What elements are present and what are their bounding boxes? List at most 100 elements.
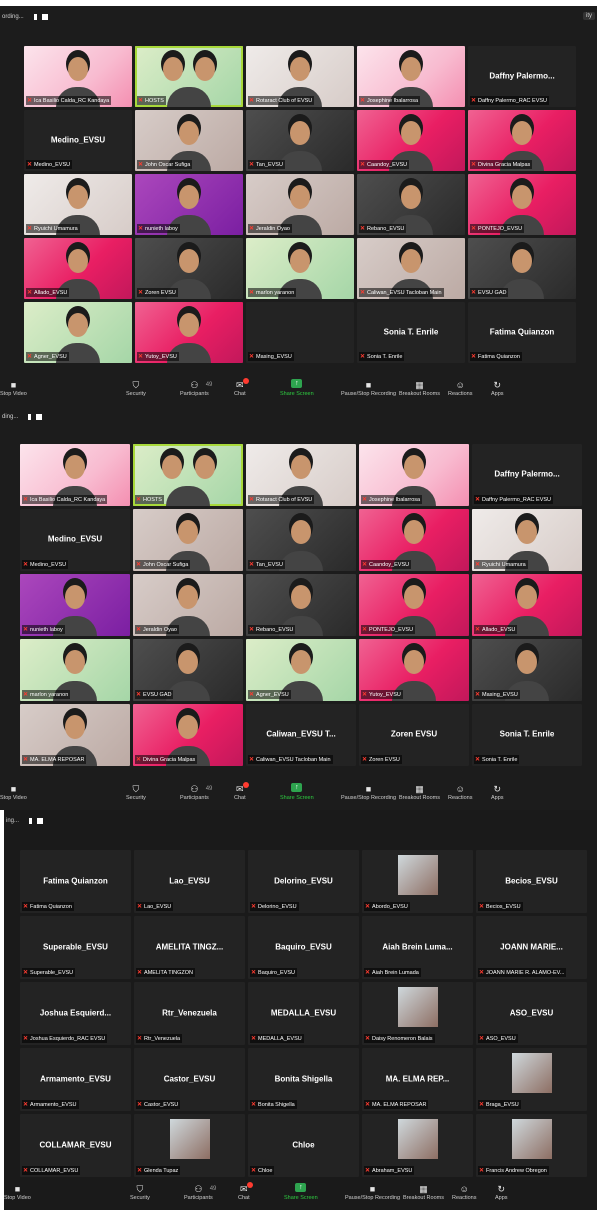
pause-recording-button[interactable]: ■ Pause/Stop Recording bbox=[341, 783, 396, 801]
apps-button[interactable]: ↻ Apps bbox=[491, 379, 504, 397]
participant-tile[interactable]: ✕ nunieth laboy bbox=[20, 574, 130, 636]
pause-icon[interactable] bbox=[29, 818, 33, 824]
participant-tile[interactable]: Delorino_EVSU ✕ Delorino_EVSU bbox=[248, 850, 359, 913]
pause-recording-button[interactable]: ■ Pause/Stop Recording bbox=[345, 1183, 400, 1201]
record-icon[interactable]: ■ bbox=[366, 379, 371, 391]
participant-tile[interactable]: ✕ Caandoy_EVSU bbox=[357, 110, 465, 171]
participant-tile[interactable]: Joshua Esquierd... ✕ Joshua Esquierdo_RAC … bbox=[20, 982, 131, 1045]
breakout-rooms-icon[interactable]: ▦ bbox=[415, 379, 424, 391]
participant-tile[interactable]: ✕ Masing_EVSU bbox=[472, 639, 582, 701]
participant-tile[interactable]: ASO_EVSU ✕ ASO_EVSU bbox=[476, 982, 587, 1045]
participant-tile[interactable]: Daffny Palermo... ✕ Daffny Palermo_RAC EVS… bbox=[472, 444, 582, 506]
participant-tile[interactable]: Sonia T. Enrile ✕ Sonia T. Enrile bbox=[472, 704, 582, 766]
participant-tile[interactable]: ✕ Allado_EVSU bbox=[472, 574, 582, 636]
participant-tile[interactable]: Medino_EVSU ✕ Medino_EVSU bbox=[20, 509, 130, 571]
participants-icon[interactable]: ⚇ 49 bbox=[190, 379, 212, 391]
participant-tile[interactable]: ✕ Ryuichi Umamura bbox=[24, 174, 132, 235]
participant-tile[interactable]: ✕ John Oscar Sufiga bbox=[135, 110, 243, 171]
participant-tile[interactable]: ✕ Ica Basilio Calda_RC Kandaya bbox=[24, 46, 132, 107]
participant-tile[interactable]: ✕ Rebano_EVSU bbox=[246, 574, 356, 636]
security-button[interactable]: ⛉ Security bbox=[126, 379, 146, 397]
chat-button[interactable]: ✉ Chat bbox=[234, 782, 249, 801]
participant-tile[interactable]: ✕ Abraham_EVSU bbox=[362, 1114, 473, 1177]
participant-tile[interactable]: ✕ Caandoy_EVSU bbox=[359, 509, 469, 571]
pause-icon[interactable] bbox=[28, 414, 32, 420]
recording-controls[interactable] bbox=[33, 14, 48, 20]
view-toggle[interactable]: ity bbox=[583, 12, 595, 20]
reactions-button[interactable]: ☺ Reactions bbox=[452, 1183, 476, 1201]
participant-tile[interactable]: Aiah Brein Luma... ✕ Aiah Brein Lumada bbox=[362, 916, 473, 979]
stop-icon[interactable] bbox=[36, 414, 43, 420]
reactions-icon[interactable]: ☺ bbox=[456, 379, 465, 391]
share-screen-icon[interactable]: ↑ bbox=[291, 783, 303, 792]
participant-tile[interactable]: ✕ Rotaract Club of EVSU bbox=[246, 46, 354, 107]
breakout-rooms-icon[interactable]: ▦ bbox=[415, 783, 424, 795]
participant-tile[interactable]: Superable_EVSU ✕ Superable_EVSU bbox=[20, 916, 131, 979]
participant-tile[interactable]: ✕ Divina Gracia Malpas bbox=[468, 110, 576, 171]
participants-button[interactable]: ⚇ 49 Participants bbox=[184, 1183, 216, 1201]
participant-tile[interactable]: AMELITA TINGZ... ✕ AMELITA TINGZON bbox=[134, 916, 245, 979]
participant-tile[interactable]: ✕ HOSTS bbox=[135, 46, 243, 107]
participant-tile[interactable]: Lao_EVSU ✕ Lao_EVSU bbox=[134, 850, 245, 913]
share-screen-button[interactable]: ↑ Share Screen bbox=[280, 783, 314, 801]
participant-tile[interactable]: Sonia T. Enrile ✕ Sonia T. Enrile bbox=[357, 302, 465, 363]
participant-tile[interactable]: Medino_EVSU ✕ Medino_EVSU bbox=[24, 110, 132, 171]
participant-tile[interactable]: ✕ EVSU GAD bbox=[133, 639, 243, 701]
participant-tile[interactable]: MEDALLA_EVSU ✕ MEDALLA_EVSU bbox=[248, 982, 359, 1045]
participant-tile[interactable]: ✕ marlon yaranon bbox=[246, 238, 354, 299]
participants-button[interactable]: ⚇ 49 Participants bbox=[180, 379, 212, 397]
breakout-rooms-button[interactable]: ▦ Breakout Rooms bbox=[403, 1183, 444, 1201]
video-camera-icon[interactable]: ■ bbox=[15, 1183, 20, 1195]
participant-tile[interactable]: Daffny Palermo... ✕ Daffny Palermo_RAC EVS… bbox=[468, 46, 576, 107]
participant-tile[interactable]: Armamento_EVSU ✕ Armamento_EVSU bbox=[20, 1048, 131, 1111]
participant-tile[interactable]: ✕ Ryuichi Umamura bbox=[472, 509, 582, 571]
participant-tile[interactable]: ✕ PONTEJO_EVSU bbox=[359, 574, 469, 636]
participant-tile[interactable]: JOANN MARIE... ✕ JOANN MARIE R. ALAMO-EV..… bbox=[476, 916, 587, 979]
participant-tile[interactable]: ✕ Yutoy_EVSU bbox=[135, 302, 243, 363]
participant-tile[interactable]: ✕ Tan_EVSU bbox=[246, 110, 354, 171]
share-screen-button[interactable]: ↑ Share Screen bbox=[280, 379, 314, 397]
breakout-rooms-icon[interactable]: ▦ bbox=[419, 1183, 428, 1195]
shield-icon[interactable]: ⛉ bbox=[133, 379, 140, 391]
share-screen-button[interactable]: ↑ Share Screen bbox=[284, 1183, 318, 1201]
stop-icon[interactable] bbox=[41, 14, 48, 20]
participant-tile[interactable]: ✕ Rebano_EVSU bbox=[357, 174, 465, 235]
participants-icon[interactable]: ⚇ 49 bbox=[194, 1183, 216, 1195]
participant-tile[interactable]: ✕ nunieth laboy bbox=[135, 174, 243, 235]
participant-tile[interactable]: Zoren EVSU ✕ Zoren EVSU bbox=[359, 704, 469, 766]
participant-tile[interactable]: ✕ Tan_EVSU bbox=[246, 509, 356, 571]
security-button[interactable]: ⛉ Security bbox=[130, 1183, 150, 1201]
participant-tile[interactable]: ✕ Josephine Ibalarrosa bbox=[357, 46, 465, 107]
breakout-rooms-button[interactable]: ▦ Breakout Rooms bbox=[399, 783, 440, 801]
reactions-icon[interactable]: ☺ bbox=[456, 783, 465, 795]
participant-tile[interactable]: Caliwan_EVSU T... ✕ Caliwan_EVSU Tacloban … bbox=[246, 704, 356, 766]
participant-tile[interactable]: Chloe ✕ Chloe bbox=[248, 1114, 359, 1177]
recording-controls[interactable] bbox=[29, 818, 44, 824]
stop-video-button[interactable]: ■ Stop Video bbox=[0, 783, 27, 801]
participant-tile[interactable]: ✕ Rotaract Club of EVSU bbox=[246, 444, 356, 506]
video-camera-icon[interactable]: ■ bbox=[11, 379, 16, 391]
participant-tile[interactable]: ✕ Allado_EVSU bbox=[24, 238, 132, 299]
shield-icon[interactable]: ⛉ bbox=[133, 783, 140, 795]
participant-tile[interactable]: ✕ HOSTS bbox=[133, 444, 243, 506]
apps-icon[interactable]: ↻ bbox=[498, 1183, 506, 1195]
participant-tile[interactable]: ✕ Abordo_EVSU bbox=[362, 850, 473, 913]
reactions-icon[interactable]: ☺ bbox=[460, 1183, 469, 1195]
pause-icon[interactable] bbox=[33, 14, 37, 20]
participant-tile[interactable]: ✕ Ica Basilio Calda_RC Kandaya bbox=[20, 444, 130, 506]
participant-tile[interactable]: ✕ Glenda Tupaz bbox=[134, 1114, 245, 1177]
participant-tile[interactable]: ✕ Masing_EVSU bbox=[246, 302, 354, 363]
participant-tile[interactable]: MA. ELMA REP... ✕ MA. ELMA REPOSAR bbox=[362, 1048, 473, 1111]
apps-icon[interactable]: ↻ bbox=[494, 379, 502, 391]
participant-tile[interactable]: Castor_EVSU ✕ Castor_EVSU bbox=[134, 1048, 245, 1111]
recording-controls[interactable] bbox=[28, 414, 43, 420]
participant-tile[interactable]: ✕ John Oscar Sufiga bbox=[133, 509, 243, 571]
share-screen-icon[interactable]: ↑ bbox=[295, 1183, 307, 1192]
video-camera-icon[interactable]: ■ bbox=[11, 783, 16, 795]
share-screen-icon[interactable]: ↑ bbox=[291, 379, 303, 388]
participant-tile[interactable]: ✕ MA. ELMA REPOSAR bbox=[20, 704, 130, 766]
reactions-button[interactable]: ☺ Reactions bbox=[448, 783, 472, 801]
participant-tile[interactable]: Baquiro_EVSU ✕ Baquiro_EVSU bbox=[248, 916, 359, 979]
participant-tile[interactable]: ✕ Josephine Ibalarrosa bbox=[359, 444, 469, 506]
participant-tile[interactable]: Rtr_Venezuela ✕ Rtr_Venezuela bbox=[134, 982, 245, 1045]
